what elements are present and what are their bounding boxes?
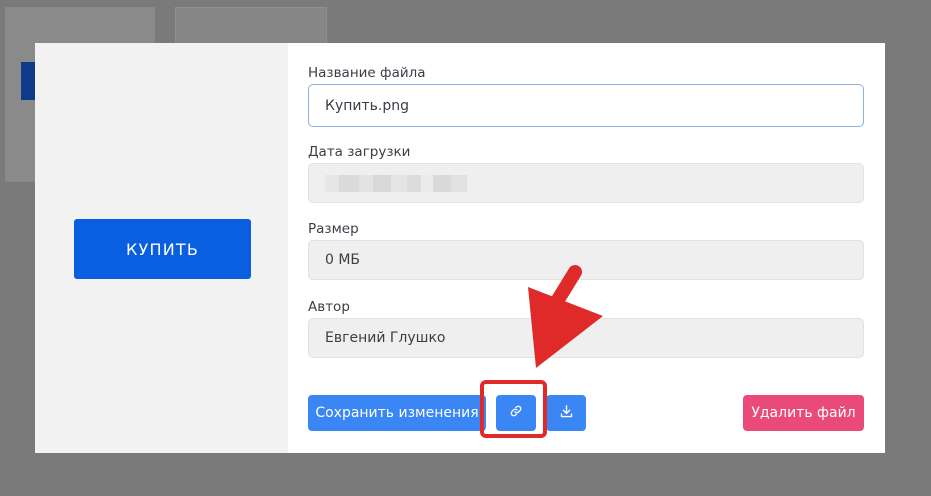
annotation-arrow-icon — [528, 265, 603, 368]
